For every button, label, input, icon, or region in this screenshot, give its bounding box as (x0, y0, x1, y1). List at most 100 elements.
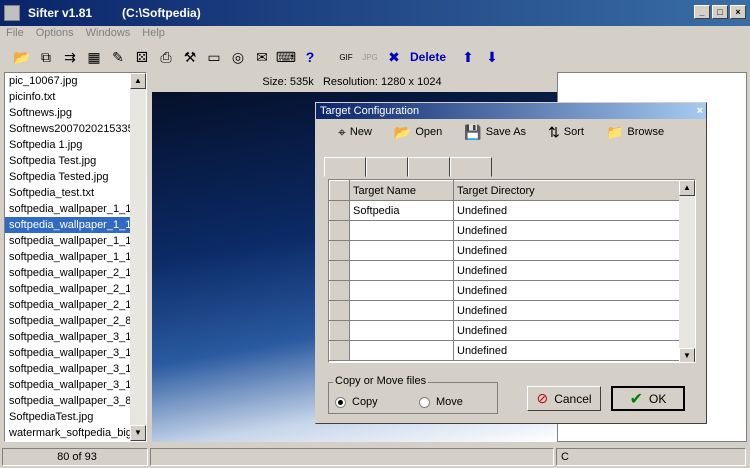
file-list-item[interactable]: softpedia_wallpaper_3_12 (5, 361, 146, 377)
ok-button[interactable]: ✔ OK (611, 386, 685, 411)
target-name-cell[interactable]: Softpedia (349, 200, 454, 221)
wand-icon[interactable]: ✎ (108, 47, 128, 67)
target-directory-cell[interactable]: Undefined (453, 200, 682, 221)
row-header[interactable] (329, 200, 350, 221)
grid-row[interactable]: Undefined (329, 220, 682, 241)
file-list-item[interactable]: softpedia_wallpaper_3_12 (5, 345, 146, 361)
row-header[interactable] (329, 240, 350, 261)
target-name-cell[interactable] (349, 220, 454, 241)
tab-3[interactable] (408, 157, 450, 177)
target-name-cell[interactable] (349, 300, 454, 321)
file-list-item[interactable]: Softpedia Test.jpg (5, 153, 146, 169)
file-list-item[interactable]: pic_10067.jpg (5, 73, 146, 89)
file-list-item[interactable]: softpedia_wallpaper_2_12 (5, 281, 146, 297)
target-name-cell[interactable] (349, 320, 454, 341)
row-header[interactable] (329, 320, 350, 341)
cancel-button[interactable]: ⊘ Cancel (527, 386, 601, 411)
up-arrow-icon[interactable]: ⬆ (458, 47, 478, 67)
gif-icon[interactable]: GIF (336, 47, 356, 67)
scroll-down-icon[interactable]: ▼ (130, 425, 146, 441)
target-icon[interactable]: ◎ (228, 47, 248, 67)
grid-icon[interactable]: ▦ (84, 47, 104, 67)
file-list-item[interactable]: softpedia_wallpaper_2_80 (5, 313, 146, 329)
target-directory-cell[interactable]: Undefined (453, 320, 682, 341)
file-list-item[interactable]: softpedia_wallpaper_1_1 (5, 217, 146, 233)
down-arrow-icon[interactable]: ⬇ (482, 47, 502, 67)
row-header[interactable] (329, 300, 350, 321)
copy-radio[interactable]: Copy (335, 396, 378, 408)
file-list-scrollbar[interactable]: ▲ ▼ (130, 73, 146, 441)
network-icon[interactable]: ⌨ (276, 47, 296, 67)
file-list-item[interactable]: picinfo.txt (5, 89, 146, 105)
file-list-item[interactable]: Softnews.jpg (5, 105, 146, 121)
close-button[interactable]: × (730, 5, 746, 19)
file-list-item[interactable]: softpedia_wallpaper_2_12 (5, 265, 146, 281)
column-target-name[interactable]: Target Name (349, 180, 454, 201)
target-directory-cell[interactable]: Undefined (453, 340, 682, 361)
file-list-item[interactable]: softpedia_wallpaper_2_16 (5, 297, 146, 313)
row-header[interactable] (329, 280, 350, 301)
move-radio[interactable]: Move (419, 396, 463, 408)
target-grid[interactable]: Target Name Target Directory Softpedia Un… (328, 179, 696, 363)
grid-scroll-down-icon[interactable]: ▼ (679, 348, 695, 362)
file-list-item[interactable]: softpedia_wallpaper_1_16 (5, 249, 146, 265)
target-directory-cell[interactable]: Undefined (453, 220, 682, 241)
grid-scroll-up-icon[interactable]: ▲ (679, 180, 695, 196)
file-list[interactable]: pic_10067.jpg picinfo.txt Softnews.jpg Soft… (4, 72, 147, 442)
save-as-button[interactable]: 💾 Save As (464, 124, 526, 141)
scroll-up-icon[interactable]: ▲ (130, 73, 146, 89)
menu-help[interactable]: Help (136, 26, 171, 42)
tab-4[interactable] (450, 157, 492, 177)
target-directory-cell[interactable]: Undefined (453, 300, 682, 321)
grid-row[interactable]: Undefined (329, 260, 682, 281)
row-header[interactable] (329, 340, 350, 361)
file-list-item[interactable]: Softnews2007020215335 (5, 121, 146, 137)
target-directory-cell[interactable]: Undefined (453, 280, 682, 301)
minimize-button[interactable]: _ (694, 5, 710, 19)
new-button[interactable]: ⌖ New (338, 124, 372, 141)
file-list-item[interactable]: Softpedia Tested.jpg (5, 169, 146, 185)
move-icon[interactable]: ⇉ (60, 47, 80, 67)
tools-icon[interactable]: ⚒ (180, 47, 200, 67)
column-target-directory[interactable]: Target Directory (453, 180, 682, 201)
file-list-item[interactable]: Softpedia_test.txt (5, 185, 146, 201)
sort-button[interactable]: ⇅ Sort (548, 124, 584, 141)
browse-button[interactable]: 📁 Browse (606, 124, 664, 141)
menu-options[interactable]: Options (30, 26, 80, 42)
envelope-icon[interactable]: ✉ (252, 47, 272, 67)
file-list-item[interactable]: softpedia_wallpaper_3_1 (5, 329, 146, 345)
file-list-item[interactable]: SoftpediaTest.jpg (5, 409, 146, 425)
grid-row[interactable]: Softpedia Undefined (329, 200, 682, 221)
target-name-cell[interactable] (349, 260, 454, 281)
tab-1[interactable] (324, 157, 366, 177)
target-name-cell[interactable] (349, 340, 454, 361)
grid-row[interactable]: Undefined (329, 300, 682, 321)
dialog-close-button[interactable]: × (697, 103, 703, 119)
jpg-icon[interactable]: JPG (360, 47, 380, 67)
file-list-item[interactable]: Softpedia 1.jpg (5, 137, 146, 153)
grid-scrollbar[interactable]: ▲ ▼ (679, 180, 695, 362)
delete-button[interactable]: Delete (410, 50, 446, 64)
row-header[interactable] (329, 220, 350, 241)
file-list-item[interactable]: softpedia_wallpaper_3_16 (5, 377, 146, 393)
target-directory-cell[interactable]: Undefined (453, 240, 682, 261)
copy-icon[interactable]: ⧉ (36, 47, 56, 67)
menu-windows[interactable]: Windows (80, 26, 137, 42)
tab-2[interactable] (366, 157, 408, 177)
maximize-button[interactable]: □ (712, 5, 728, 19)
target-name-cell[interactable] (349, 280, 454, 301)
grid-row[interactable]: Undefined (329, 240, 682, 261)
file-list-item[interactable]: softpedia_wallpaper_3_80 (5, 393, 146, 409)
grid-row[interactable]: Undefined (329, 340, 682, 361)
grid-row[interactable]: Undefined (329, 280, 682, 301)
open-button[interactable]: 📂 Open (394, 124, 442, 141)
file-list-item[interactable]: softpedia_wallpaper_1_12 (5, 233, 146, 249)
dice-icon[interactable]: ⚄ (132, 47, 152, 67)
file-list-item[interactable]: watermark_softpedia_big. (5, 425, 146, 441)
row-header[interactable] (329, 260, 350, 281)
help-icon[interactable]: ? (300, 47, 320, 67)
target-name-cell[interactable] (349, 240, 454, 261)
delete-icon[interactable]: ✖ (384, 47, 404, 67)
target-directory-cell[interactable]: Undefined (453, 260, 682, 281)
menu-file[interactable]: File (0, 26, 30, 42)
